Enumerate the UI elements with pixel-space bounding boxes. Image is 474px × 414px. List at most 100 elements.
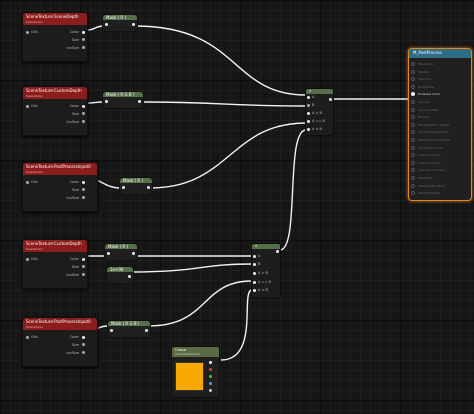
result-input-8[interactable]: World Position Offset xyxy=(411,122,449,127)
wire xyxy=(147,280,253,327)
input-pin[interactable] xyxy=(307,96,310,99)
result-input-2[interactable]: Specular xyxy=(411,77,431,82)
color-swatch[interactable] xyxy=(175,362,204,391)
output-pin[interactable] xyxy=(82,188,85,191)
input-pin[interactable] xyxy=(26,258,29,261)
material-graph-canvas[interactable]: SceneTexture:SceneDepth SceneColor UVs C… xyxy=(0,0,474,414)
input-pin[interactable] xyxy=(26,181,29,184)
result-input-label: World Displacement xyxy=(418,130,449,135)
node-title: SceneTexture:PostProcessInput0 xyxy=(26,319,91,324)
material-result-node[interactable]: M_PostProcess Base Color Metallic Specular… xyxy=(408,48,472,201)
pin-label: Size xyxy=(71,38,79,42)
output-pin[interactable] xyxy=(132,23,135,26)
if-node-1[interactable]: If A B A > B A == B A < B xyxy=(305,88,334,136)
output-pin[interactable] xyxy=(82,258,85,261)
input-pin[interactable] xyxy=(105,23,108,26)
pin-label: A xyxy=(258,254,261,258)
input-pin[interactable] xyxy=(105,100,108,103)
output-pin[interactable] xyxy=(82,196,85,199)
output-pin[interactable] xyxy=(147,186,150,189)
output-pin[interactable] xyxy=(82,31,85,34)
output-pin[interactable] xyxy=(82,336,85,339)
result-input-9[interactable]: World Displacement xyxy=(411,130,449,135)
output-pin[interactable] xyxy=(145,329,148,332)
result-input-1[interactable]: Metallic xyxy=(411,69,430,74)
result-input-12[interactable]: Custom Data 0 xyxy=(411,153,440,158)
output-pin-g[interactable] xyxy=(209,375,212,378)
output-pin[interactable] xyxy=(82,265,85,268)
if-node-2[interactable]: If A B A > B A == B A < B xyxy=(251,243,281,298)
pin-icon xyxy=(411,62,415,66)
wire xyxy=(220,289,253,361)
input-pin[interactable] xyxy=(253,255,256,258)
output-pin-rgba[interactable] xyxy=(209,361,212,364)
output-pin[interactable] xyxy=(82,181,85,184)
input-pin[interactable] xyxy=(307,128,310,131)
mask-node[interactable]: Mask ( R ) xyxy=(104,243,138,261)
mask-label: Mask ( R ) xyxy=(123,178,144,183)
input-pin[interactable] xyxy=(307,120,310,123)
output-pin[interactable] xyxy=(128,275,131,278)
texture-node-2[interactable]: SceneTexture:CustomDepth SceneColor UVs … xyxy=(22,86,88,136)
result-input-4[interactable]: Emissive Color xyxy=(411,92,440,97)
input-pin[interactable] xyxy=(26,31,29,34)
output-pin[interactable] xyxy=(82,351,85,354)
output-pin[interactable] xyxy=(132,252,135,255)
mask-node[interactable]: Mask ( R G B ) xyxy=(102,91,144,109)
input-pin[interactable] xyxy=(253,272,256,275)
texture-node-4[interactable]: SceneTexture:CustomDepth SceneColor UVs … xyxy=(22,239,88,289)
result-input-13[interactable]: Custom Data 1 xyxy=(411,160,440,165)
input-pin[interactable] xyxy=(26,105,29,108)
output-pin[interactable] xyxy=(82,273,85,276)
constant-node[interactable]: 1e+06 xyxy=(106,266,134,284)
result-input-5[interactable]: Opacity xyxy=(411,100,430,104)
input-pin[interactable] xyxy=(107,252,110,255)
result-input-label: Roughness xyxy=(418,84,435,89)
pin-icon xyxy=(411,168,415,173)
output-pin[interactable] xyxy=(276,250,279,253)
input-pin[interactable] xyxy=(110,329,113,332)
pin-label: InvSize xyxy=(66,351,79,355)
texture-node-5[interactable]: SceneTexture:PostProcessInput0 SceneColo… xyxy=(22,317,98,367)
result-input-label: Metallic xyxy=(418,69,430,74)
output-pin[interactable] xyxy=(82,343,85,346)
result-input-15[interactable]: Refraction xyxy=(411,176,433,180)
input-pin[interactable] xyxy=(26,336,29,339)
output-pin[interactable] xyxy=(82,46,85,49)
input-pin[interactable] xyxy=(307,104,310,107)
output-pin[interactable] xyxy=(82,105,85,108)
pin-label: UVs xyxy=(31,335,38,339)
output-pin[interactable] xyxy=(138,100,141,103)
pin-icon xyxy=(411,176,415,180)
input-pin[interactable] xyxy=(122,186,125,189)
result-input-16[interactable]: Pixel Depth Offset xyxy=(411,183,445,188)
pin-label: A > B xyxy=(312,111,322,115)
input-pin[interactable] xyxy=(253,281,256,284)
output-pin[interactable] xyxy=(329,98,332,101)
result-input-0[interactable]: Base Color xyxy=(411,62,434,66)
output-pin-r[interactable] xyxy=(209,368,212,371)
input-pin[interactable] xyxy=(307,112,310,115)
result-input-17[interactable]: Shading Model xyxy=(411,191,440,196)
output-pin[interactable] xyxy=(82,120,85,123)
output-pin-a[interactable] xyxy=(209,389,212,392)
pin-label: A < B xyxy=(312,127,322,131)
output-pin-b[interactable] xyxy=(209,382,212,385)
result-input-6[interactable]: Opacity Mask xyxy=(411,107,438,112)
pin-label: UVs xyxy=(31,257,38,261)
result-input-10[interactable]: Tessellation Multiplier xyxy=(411,138,450,142)
input-pin[interactable] xyxy=(253,289,256,292)
mask-node[interactable]: Mask ( R ) xyxy=(102,14,138,32)
mask-node[interactable]: Mask ( R ) xyxy=(119,177,153,195)
mask-node[interactable]: Mask ( R G B ) xyxy=(107,320,151,338)
texture-node-3[interactable]: SceneTexture:PostProcessInput0 SceneColo… xyxy=(22,162,98,212)
input-pin[interactable] xyxy=(253,263,256,266)
texture-node-1[interactable]: SceneTexture:SceneDepth SceneColor UVs C… xyxy=(22,12,88,62)
result-input-7[interactable]: Normal xyxy=(411,115,429,120)
output-pin[interactable] xyxy=(82,38,85,41)
result-input-3[interactable]: Roughness xyxy=(411,84,435,89)
result-input-14[interactable]: Ambient Occlusion xyxy=(411,168,446,173)
output-pin[interactable] xyxy=(82,112,85,115)
color-constant-node[interactable]: Colour Constant4Vector xyxy=(171,346,220,398)
result-input-11[interactable]: Subsurface Color xyxy=(411,145,444,150)
